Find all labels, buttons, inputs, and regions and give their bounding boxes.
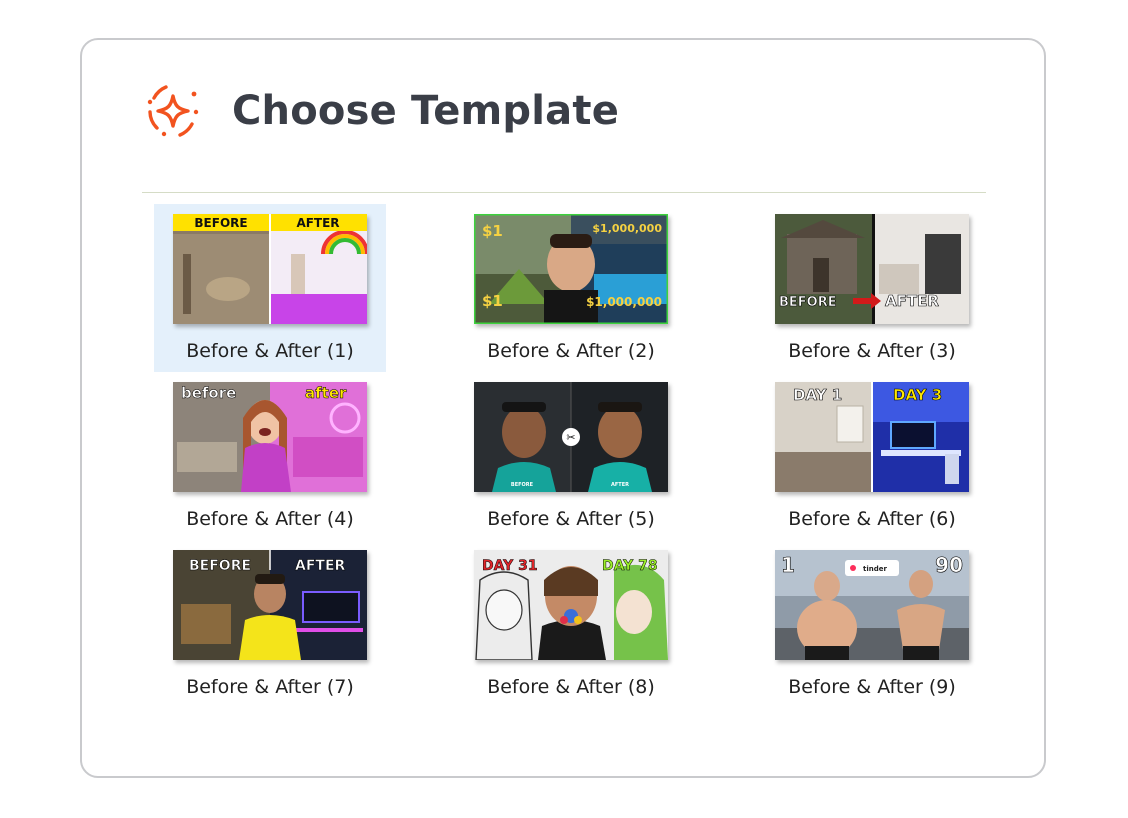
sparkle-icon xyxy=(147,85,199,137)
thumb-overlay-right: after xyxy=(305,384,347,402)
svg-text:✂: ✂ xyxy=(566,431,575,444)
thumb-overlay-left: before xyxy=(181,384,236,402)
template-label: Before & After (7) xyxy=(186,676,354,698)
template-label: Before & After (1) xyxy=(186,340,354,362)
thumb-overlay-right: DAY 78 xyxy=(602,558,658,574)
template-thumbnail-9[interactable]: tinder 1 90 xyxy=(775,550,969,660)
template-tile-5[interactable]: ✂ BEFORE AFTER Before & After (5) xyxy=(455,372,687,540)
template-label: Before & After (4) xyxy=(186,508,354,530)
dialog-header: Choose Template xyxy=(144,80,619,142)
template-label: Before & After (6) xyxy=(788,508,956,530)
template-label: Before & After (9) xyxy=(788,676,956,698)
template-grid: BEFORE AFTER Before & After (1) $1 $1 $1… xyxy=(154,204,988,708)
template-thumbnail-3[interactable]: BEFORE AFTER xyxy=(775,214,969,324)
thumb-overlay-left: BEFORE xyxy=(189,558,251,574)
template-tile-1[interactable]: BEFORE AFTER Before & After (1) xyxy=(154,204,386,372)
thumb-overlay-left: 1 xyxy=(781,553,795,577)
template-tile-9[interactable]: tinder 1 90 Before & After (9) xyxy=(756,540,988,708)
svg-text:$1,000,000: $1,000,000 xyxy=(586,295,662,309)
svg-text:$1: $1 xyxy=(482,292,503,310)
header-divider xyxy=(142,192,986,193)
template-thumbnail-1[interactable]: BEFORE AFTER xyxy=(173,214,367,324)
thumb-overlay-left: BEFORE xyxy=(511,482,534,488)
template-thumbnail-4[interactable]: before after xyxy=(173,382,367,492)
template-tile-7[interactable]: BEFORE AFTER Before & After (7) xyxy=(154,540,386,708)
template-tile-2[interactable]: $1 $1 $1,000,000 $1,000,000 Before & Aft… xyxy=(455,204,687,372)
thumb-overlay-left: BEFORE xyxy=(194,216,247,230)
thumb-overlay-left: $1 xyxy=(482,222,503,240)
thumb-overlay-left: BEFORE xyxy=(779,295,837,310)
template-thumbnail-8[interactable]: DAY 31 DAY 78 xyxy=(474,550,668,660)
thumb-overlay-left: DAY 31 xyxy=(482,558,538,574)
thumb-overlay-right: AFTER xyxy=(296,216,339,230)
svg-text:tinder: tinder xyxy=(863,565,887,573)
template-tile-4[interactable]: before after Before & After (4) xyxy=(154,372,386,540)
template-tile-8[interactable]: DAY 31 DAY 78 Before & After (8) xyxy=(455,540,687,708)
template-thumbnail-6[interactable]: DAY 1 DAY 3 xyxy=(775,382,969,492)
thumb-overlay-right: AFTER xyxy=(885,292,939,310)
thumb-overlay-left: DAY 1 xyxy=(793,386,842,404)
thumb-overlay-right: AFTER xyxy=(611,482,629,488)
template-tile-6[interactable]: DAY 1 DAY 3 Before & After (6) xyxy=(756,372,988,540)
thumb-overlay-right: AFTER xyxy=(295,558,346,574)
thumb-overlay-right: DAY 3 xyxy=(893,386,942,404)
thumb-overlay-right: $1,000,000 xyxy=(592,222,662,235)
template-thumbnail-7[interactable]: BEFORE AFTER xyxy=(173,550,367,660)
template-thumbnail-2[interactable]: $1 $1 $1,000,000 $1,000,000 xyxy=(474,214,668,324)
choose-template-dialog: Choose Template BEFORE AFTER Before & Af… xyxy=(80,38,1046,778)
template-thumbnail-5[interactable]: ✂ BEFORE AFTER xyxy=(474,382,668,492)
template-label: Before & After (3) xyxy=(788,340,956,362)
thumb-overlay-right: 90 xyxy=(935,553,963,577)
dialog-title: Choose Template xyxy=(232,88,620,134)
template-label: Before & After (2) xyxy=(487,340,655,362)
template-label: Before & After (8) xyxy=(487,676,655,698)
template-label: Before & After (5) xyxy=(487,508,655,530)
template-tile-3[interactable]: BEFORE AFTER Before & After (3) xyxy=(756,204,988,372)
